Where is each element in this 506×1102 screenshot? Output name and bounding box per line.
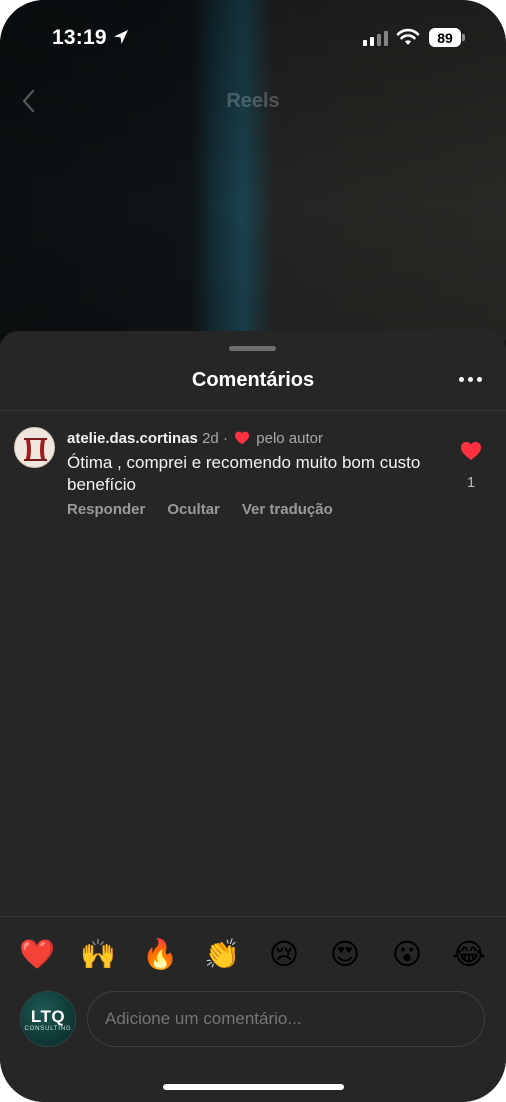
commenter-avatar[interactable] xyxy=(14,427,55,468)
comment-actions: Responder Ocultar Ver tradução xyxy=(67,501,333,518)
heart-icon[interactable] xyxy=(460,441,482,461)
like-count: 1 xyxy=(466,474,476,491)
battery-level: 89 xyxy=(437,29,453,46)
reaction-laughing[interactable]: 😂 xyxy=(449,934,489,974)
see-translation-button[interactable]: Ver tradução xyxy=(242,501,333,518)
phone-screen: 13:19 89 Reels Comentários atelie.das.co… xyxy=(0,0,506,1102)
reaction-heart-eyes[interactable]: 😍 xyxy=(325,934,365,974)
divider xyxy=(0,916,506,917)
battery-icon: 89 xyxy=(429,28,461,47)
sheet-grabber[interactable] xyxy=(229,346,276,351)
location-arrow-icon xyxy=(114,30,128,44)
heart-icon xyxy=(235,431,250,445)
reaction-fire[interactable]: 🔥 xyxy=(140,934,180,974)
sheet-title: Comentários xyxy=(191,369,315,391)
reply-button[interactable]: Responder xyxy=(67,501,145,518)
avatar-logo-subtext: CONSULTING xyxy=(24,1026,72,1032)
curtain-logo-icon xyxy=(24,438,47,461)
comment-input[interactable] xyxy=(87,991,485,1047)
reaction-raising-hands[interactable]: 🙌 xyxy=(78,934,118,974)
my-avatar: LTQ CONSULTING xyxy=(20,991,76,1047)
more-horizontal-icon[interactable] xyxy=(459,377,482,382)
battery-tip xyxy=(462,34,465,41)
cellular-signal-icon xyxy=(363,31,388,46)
status-bar: 13:19 89 xyxy=(0,0,506,74)
reaction-clapping[interactable]: 👏 xyxy=(202,934,242,974)
wifi-icon xyxy=(396,28,420,45)
comments-sheet: Comentários atelie.das.cortinas 2d · pel xyxy=(0,331,506,1102)
comment-meta: atelie.das.cortinas 2d · pelo autor xyxy=(67,430,323,447)
page-title: Reels xyxy=(226,90,280,112)
divider xyxy=(0,410,506,411)
home-indicator xyxy=(163,1084,344,1090)
liked-by-author-label: pelo autor xyxy=(256,430,323,447)
reaction-crying[interactable]: 😢 xyxy=(264,934,304,974)
comment-username[interactable]: atelie.das.cortinas xyxy=(67,430,198,447)
quick-reactions: ❤️ 🙌 🔥 👏 😢 😍 😮 😂 xyxy=(0,934,506,974)
reaction-heart[interactable]: ❤️ xyxy=(17,934,57,974)
hide-button[interactable]: Ocultar xyxy=(167,501,220,518)
status-time: 13:19 xyxy=(52,26,107,49)
avatar-logo-text: LTQ xyxy=(30,1007,66,1026)
reaction-surprised[interactable]: 😮 xyxy=(387,934,427,974)
meta-separator: · xyxy=(222,430,228,447)
comment-age: 2d xyxy=(202,430,219,447)
comment-text: Ótima , comprei e recomendo muito bom cu… xyxy=(67,453,421,494)
